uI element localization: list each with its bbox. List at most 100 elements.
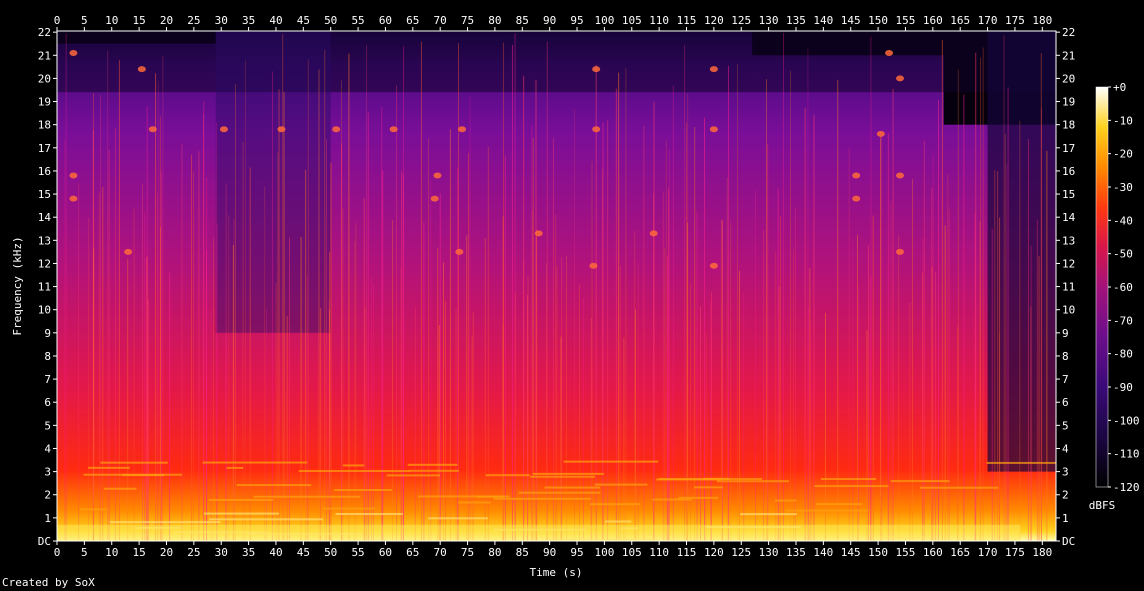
harmonic-band (408, 469, 459, 472)
tonal-spot (433, 172, 442, 179)
x-tick-label-top: 0 (54, 14, 61, 27)
x-tick-label-bottom: 105 (622, 546, 642, 559)
x-tick-label-top: 140 (813, 14, 833, 27)
harmonic-band (530, 475, 596, 478)
y-tick-label-left: 13 (38, 234, 51, 247)
y-tick-label-left: 11 (38, 281, 51, 294)
high-freq-shade (752, 31, 944, 93)
harmonic-band (544, 486, 601, 489)
x-tick-label-top: 105 (622, 14, 642, 27)
harmonic-band (109, 521, 221, 524)
harmonic-band (322, 507, 376, 510)
harmonic-band (652, 498, 693, 501)
harmonic-band (386, 474, 441, 477)
tonal-spot (534, 230, 543, 237)
tonal-spot (69, 49, 78, 56)
colorbar-tick-label: -100 (1113, 414, 1140, 427)
harmonic-band (716, 480, 789, 483)
x-tick-label-top: 15 (132, 14, 145, 27)
x-tick-label-bottom: 95 (570, 546, 583, 559)
y-tick-label-left: 18 (38, 119, 51, 132)
spectrogram-plot-area (57, 31, 1056, 541)
tonal-spot (709, 66, 718, 73)
x-tick-label-top: 135 (786, 14, 806, 27)
x-axis-top: 0 5 10 15 20 25 30 35 40 45 50 55 60 65 70 75 80 85 90 95 10… (54, 14, 1052, 31)
y-tick-label-left: 9 (44, 327, 51, 340)
harmonic-band (342, 464, 365, 467)
tonal-spot (885, 49, 894, 56)
y-axis-right: DC12345678910111213141516171819202122 (1056, 26, 1076, 548)
y-tick-label-right: 11 (1062, 281, 1075, 294)
y-tick-label-right: 21 (1062, 49, 1075, 62)
harmonic-band (594, 483, 648, 486)
x-tick-label-bottom: 0 (54, 546, 61, 559)
harmonic-band (678, 496, 719, 499)
x-tick-label-bottom: 85 (516, 546, 529, 559)
fundamental-strip (57, 524, 1021, 541)
y-tick-label-right: 15 (1062, 188, 1075, 201)
harmonic-band (740, 513, 797, 516)
colorbar: +0 -10 -20 -30 -40 -50 -60 -70 -80 -90 -100 -110 -12… (1089, 81, 1140, 512)
y-tick-label-left: 22 (38, 26, 51, 39)
tonal-spot (458, 126, 467, 133)
y-tick-label-right: 16 (1062, 165, 1075, 178)
harmonic-band (208, 498, 274, 501)
x-tick-label-top: 60 (379, 14, 392, 27)
x-tick-label-bottom: 170 (978, 546, 998, 559)
x-tick-label-bottom: 70 (434, 546, 447, 559)
spectrogram-chart: 0 5 10 15 20 25 30 35 40 45 50 55 60 65 70 75 80 85 90 95 10… (11, 14, 1140, 579)
x-tick-label-top: 90 (543, 14, 556, 27)
x-tick-label-top: 55 (351, 14, 364, 27)
x-tick-label-bottom: 155 (896, 546, 916, 559)
x-tick-label-bottom: 90 (543, 546, 556, 559)
x-tick-label-top: 155 (896, 14, 916, 27)
harmonic-band (333, 489, 392, 492)
harmonic-band (774, 499, 797, 502)
x-tick-label-top: 95 (570, 14, 583, 27)
y-tick-label-left: 8 (44, 350, 51, 363)
x-tick-label-bottom: 30 (215, 546, 228, 559)
harmonic-band (532, 472, 604, 475)
tonal-spot (69, 172, 78, 179)
tonal-spot (709, 126, 718, 133)
colorbar-tick-label: -50 (1113, 248, 1133, 261)
y-axis-label: Frequency (kHz) (11, 236, 24, 335)
y-tick-label-left: 16 (38, 165, 51, 178)
x-tick-label-top: 115 (677, 14, 697, 27)
y-tick-label-left: 3 (44, 466, 51, 479)
y-tick-label-right: 19 (1062, 96, 1075, 109)
y-tick-label-right: DC (1062, 535, 1075, 548)
tonal-spot (277, 126, 286, 133)
harmonic-band (986, 461, 1056, 464)
y-tick-label-left: 10 (38, 304, 51, 317)
y-tick-label-right: 1 (1062, 512, 1069, 525)
colorbar-tick-label: -90 (1113, 381, 1133, 394)
x-tick-label-top: 180 (1032, 14, 1052, 27)
y-tick-label-left: 7 (44, 373, 51, 386)
x-tick-label-bottom: 130 (759, 546, 779, 559)
harmonic-band (814, 485, 889, 488)
x-tick-label-top: 50 (324, 14, 337, 27)
y-tick-label-right: 9 (1062, 327, 1069, 340)
colorbar-gradient (1095, 86, 1109, 488)
harmonic-band (298, 470, 410, 473)
y-tick-label-left: 2 (44, 489, 51, 502)
x-tick-label-top: 145 (841, 14, 861, 27)
y-tick-label-right: 13 (1062, 234, 1075, 247)
harmonic-band (208, 518, 323, 521)
x-tick-label-bottom: 120 (704, 546, 724, 559)
x-tick-label-bottom: 45 (297, 546, 310, 559)
x-tick-label-bottom: 145 (841, 546, 861, 559)
x-tick-label-bottom: 25 (187, 546, 200, 559)
y-tick-label-left: 19 (38, 96, 51, 109)
x-axis-bottom: 0 5 10 15 20 25 30 35 40 45 50 55 60 65 70 75 80 85 90 95 10… (54, 541, 1052, 559)
x-tick-label-top: 130 (759, 14, 779, 27)
harmonic-band (457, 501, 491, 504)
colorbar-tick-label: -120 (1113, 481, 1140, 494)
x-tick-label-top: 25 (187, 14, 200, 27)
x-tick-label-top: 65 (406, 14, 419, 27)
x-tick-label-top: 40 (269, 14, 282, 27)
tonal-spot (148, 126, 157, 133)
x-tick-label-top: 35 (242, 14, 255, 27)
colorbar-label: dBFS (1089, 499, 1116, 512)
